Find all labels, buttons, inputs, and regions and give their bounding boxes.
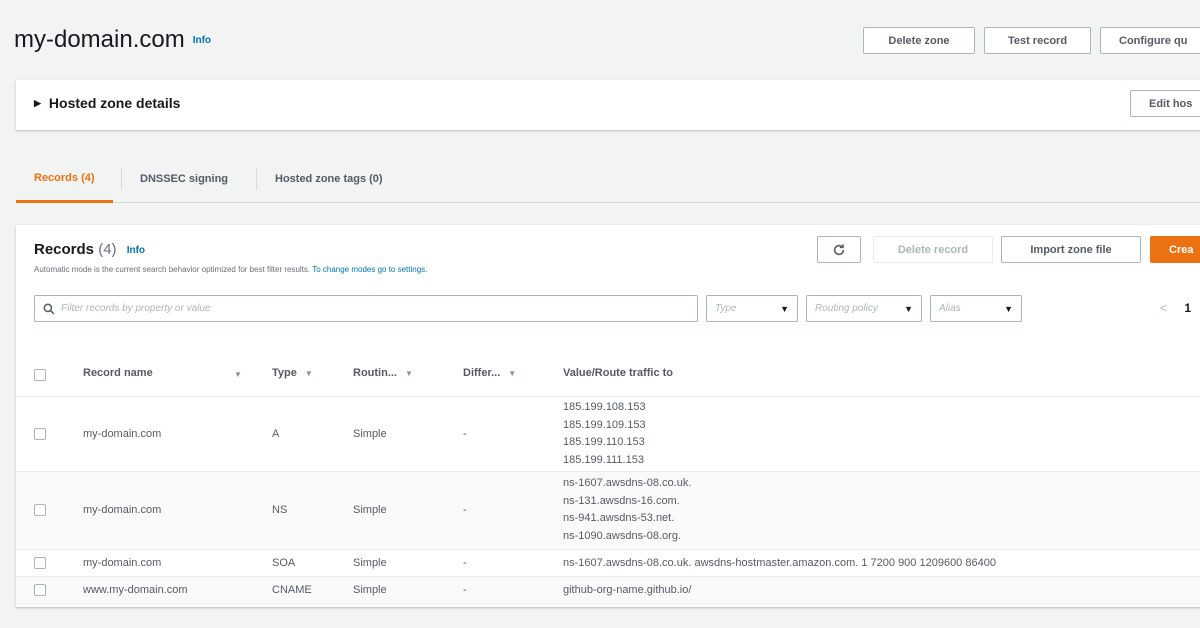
record-name: my-domain.com bbox=[83, 428, 162, 440]
record-value: github-org-name.github.io/ bbox=[563, 584, 692, 596]
record-value: ns-1607.awsdns-08.co.uk. bbox=[563, 477, 692, 489]
alias-filter-select[interactable]: Alias ▼ bbox=[930, 295, 1022, 322]
search-field[interactable] bbox=[34, 295, 698, 322]
record-value: 185.199.110.153 bbox=[563, 436, 645, 448]
routing-policy: Simple bbox=[353, 428, 387, 440]
sort-icon[interactable]: ▼ bbox=[508, 369, 516, 378]
records-count: (4) bbox=[98, 241, 117, 258]
test-record-button[interactable]: Test record bbox=[984, 27, 1091, 54]
page-title-text: my-domain.com bbox=[14, 26, 185, 53]
type-filter-select[interactable]: Type ▼ bbox=[706, 295, 798, 322]
records-panel: Records (4) Info Automatic mode is the c… bbox=[16, 225, 1200, 607]
routing-policy-filter-label: Routing policy bbox=[815, 303, 878, 314]
delete-record-button[interactable]: Delete record bbox=[873, 236, 993, 263]
search-input[interactable] bbox=[61, 303, 681, 314]
tab-dnssec-signing[interactable]: DNSSEC signing bbox=[122, 155, 246, 203]
record-values: ns-1607.awsdns-08.co.uk. ns-131.awsdns-1… bbox=[563, 475, 691, 545]
import-zone-file-button[interactable]: Import zone file bbox=[1001, 236, 1141, 263]
record-type: SOA bbox=[272, 557, 296, 569]
differentiator: - bbox=[463, 584, 467, 596]
column-differentiator[interactable]: Differ... ▼ bbox=[463, 367, 516, 379]
refresh-button[interactable] bbox=[817, 236, 861, 263]
column-type-label: Type bbox=[272, 367, 297, 379]
table-row[interactable]: www.my-domain.com CNAME Simple - github-… bbox=[16, 577, 1200, 604]
record-name: my-domain.com bbox=[83, 557, 162, 569]
record-name: my-domain.com bbox=[83, 504, 162, 516]
hosted-zone-details-label: Hosted zone details bbox=[48, 95, 181, 111]
sort-icon[interactable]: ▼ bbox=[305, 369, 313, 378]
differentiator: - bbox=[463, 557, 467, 569]
record-type: CNAME bbox=[272, 584, 312, 596]
record-values: 185.199.108.153 185.199.109.153 185.199.… bbox=[563, 399, 646, 469]
table-row[interactable]: my-domain.com NS Simple - ns-1607.awsdns… bbox=[16, 472, 1200, 550]
dropdown-arrow-icon: ▼ bbox=[904, 303, 913, 314]
record-type: NS bbox=[272, 504, 288, 516]
create-record-button[interactable]: Crea bbox=[1150, 236, 1200, 263]
column-routing-policy-label: Routin... bbox=[353, 367, 397, 379]
info-link[interactable]: Info bbox=[193, 35, 211, 46]
select-all-checkbox[interactable] bbox=[34, 369, 46, 381]
record-value: ns-941.awsdns-53.net. bbox=[563, 512, 675, 524]
settings-link[interactable]: To change modes go to settings. bbox=[312, 265, 427, 274]
pagination: < 1 bbox=[1160, 301, 1191, 315]
column-differentiator-label: Differ... bbox=[463, 367, 501, 379]
record-name: www.my-domain.com bbox=[83, 584, 188, 596]
records-heading: Records (4) Info bbox=[34, 241, 145, 258]
differentiator: - bbox=[463, 428, 467, 440]
configure-button[interactable]: Configure qu bbox=[1100, 27, 1200, 54]
routing-policy: Simple bbox=[353, 504, 387, 516]
row-checkbox[interactable] bbox=[34, 557, 46, 569]
previous-page-icon[interactable]: < bbox=[1160, 301, 1167, 315]
routing-policy: Simple bbox=[353, 584, 387, 596]
delete-zone-button[interactable]: Delete zone bbox=[863, 27, 975, 54]
record-value: 185.199.111.153 bbox=[563, 453, 644, 466]
column-record-name[interactable]: Record name bbox=[83, 367, 153, 379]
tab-hosted-zone-tags[interactable]: Hosted zone tags (0) bbox=[257, 155, 401, 203]
routing-policy: Simple bbox=[353, 557, 387, 569]
hosted-zone-details-panel: ▶ Hosted zone details Edit hos bbox=[16, 80, 1200, 130]
search-icon bbox=[43, 303, 55, 314]
edit-hosted-zone-button[interactable]: Edit hos bbox=[1130, 90, 1200, 117]
table-header: Record name ▼ Type ▼ Routin... ▼ Differ.… bbox=[16, 353, 1200, 397]
sort-icon[interactable]: ▼ bbox=[405, 369, 413, 378]
row-checkbox[interactable] bbox=[34, 504, 46, 516]
column-value-label: Value/Route traffic to bbox=[563, 367, 674, 379]
table-row[interactable]: my-domain.com SOA Simple - ns-1607.awsdn… bbox=[16, 550, 1200, 577]
column-value[interactable]: Value/Route traffic to bbox=[563, 367, 673, 379]
hosted-zone-details-toggle[interactable]: ▶ Hosted zone details bbox=[34, 95, 180, 111]
dropdown-arrow-icon: ▼ bbox=[1004, 303, 1013, 314]
caret-right-icon: ▶ bbox=[34, 97, 41, 108]
records-description-text: Automatic mode is the current search beh… bbox=[34, 265, 311, 274]
column-routing-policy[interactable]: Routin... ▼ bbox=[353, 367, 413, 379]
record-value: 185.199.108.153 bbox=[563, 401, 646, 413]
refresh-icon bbox=[833, 243, 845, 255]
record-value: 185.199.109.153 bbox=[563, 418, 646, 431]
table-row[interactable]: my-domain.com A Simple - 185.199.108.153… bbox=[16, 397, 1200, 472]
differentiator: - bbox=[463, 504, 467, 516]
records-info-link[interactable]: Info bbox=[127, 245, 145, 256]
alias-filter-label: Alias bbox=[939, 303, 961, 314]
record-value: ns-1607.awsdns-08.co.uk. awsdns-hostmast… bbox=[563, 557, 996, 569]
records-description: Automatic mode is the current search beh… bbox=[34, 265, 427, 274]
type-filter-label: Type bbox=[715, 303, 737, 314]
record-value: ns-1090.awsdns-08.org. bbox=[563, 529, 682, 542]
page-number[interactable]: 1 bbox=[1184, 301, 1191, 315]
page-title: my-domain.com Info bbox=[14, 26, 211, 54]
sort-icon[interactable]: ▼ bbox=[234, 370, 242, 379]
column-record-name-label: Record name bbox=[83, 367, 153, 379]
tab-records[interactable]: Records (4) bbox=[16, 155, 113, 203]
dropdown-arrow-icon: ▼ bbox=[780, 303, 789, 314]
records-title: Records bbox=[34, 241, 95, 258]
record-value: ns-131.awsdns-16.com. bbox=[563, 494, 680, 507]
routing-policy-filter-select[interactable]: Routing policy ▼ bbox=[806, 295, 922, 322]
record-type: A bbox=[272, 428, 280, 440]
tabs-bar: Records (4) DNSSEC signing Hosted zone t… bbox=[16, 155, 1200, 203]
row-checkbox[interactable] bbox=[34, 584, 46, 596]
column-type[interactable]: Type ▼ bbox=[272, 367, 313, 379]
row-checkbox[interactable] bbox=[34, 428, 46, 440]
